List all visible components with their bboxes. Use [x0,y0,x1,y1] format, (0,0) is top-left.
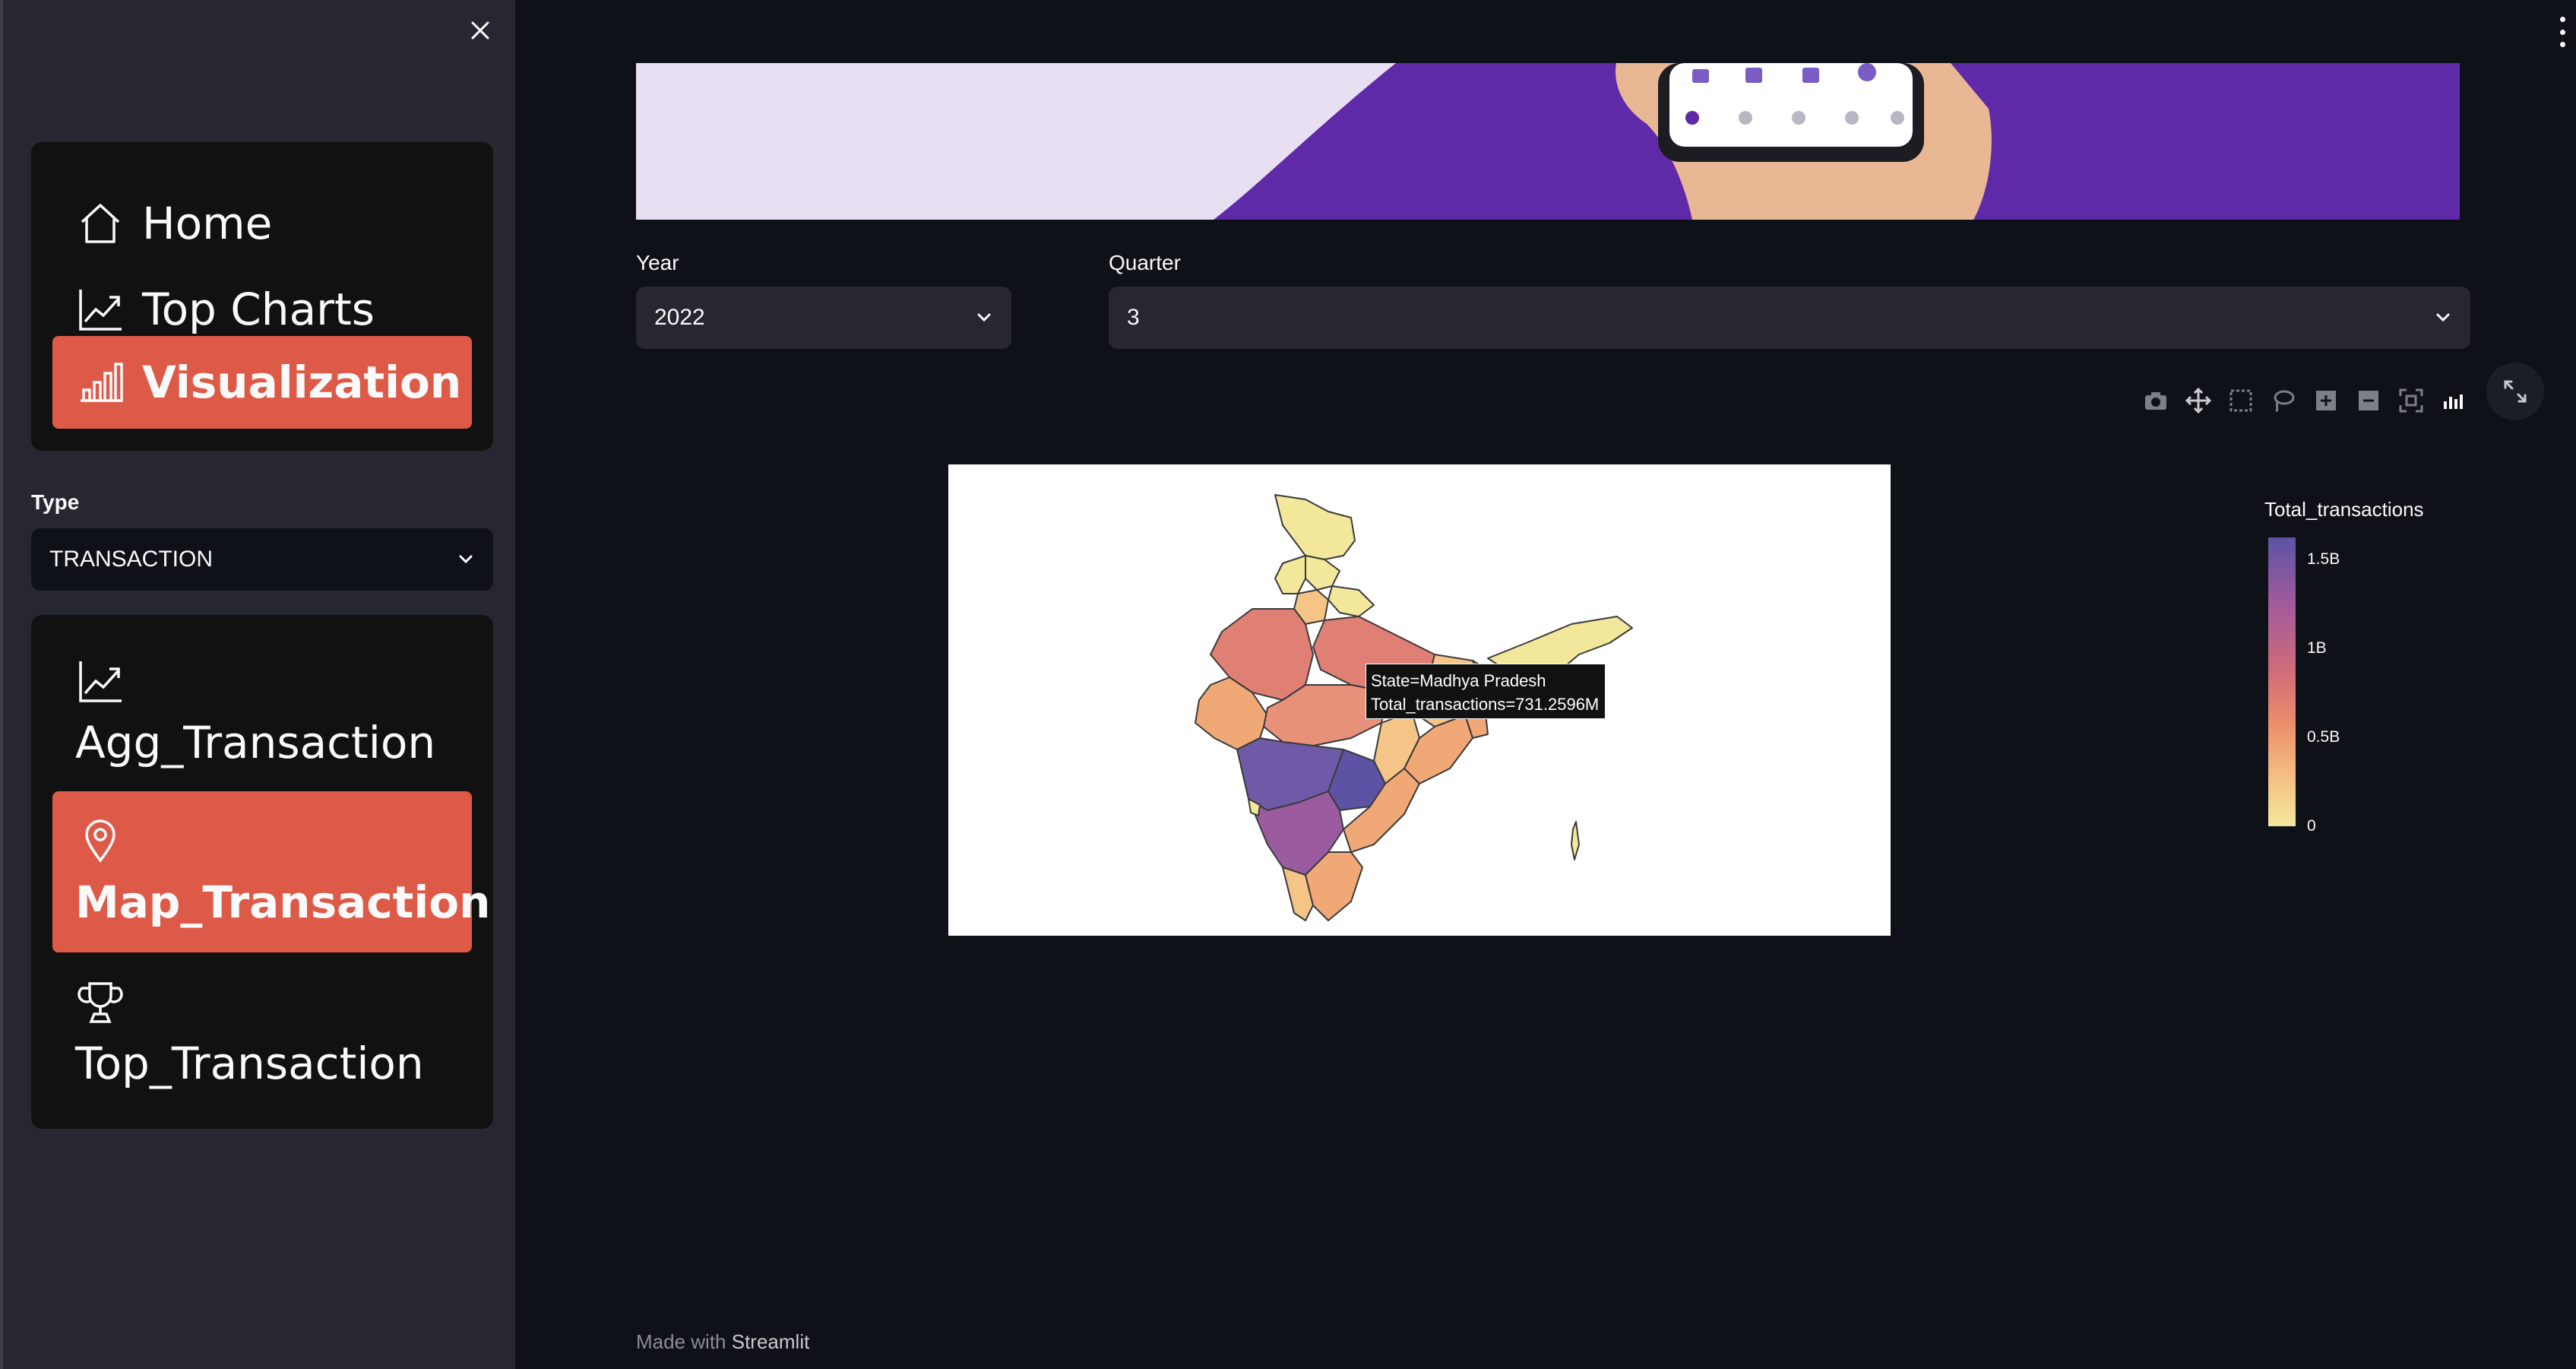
nav-item-label: Top Charts [142,284,375,335]
chevron-down-icon [459,555,473,564]
quarter-select-value: 3 [1127,305,1140,330]
year-label: Year [636,251,679,274]
map-pin-icon [75,816,125,866]
map-state-himachal-pradesh [1305,555,1340,591]
expand-icon [2504,380,2527,403]
footer: Made with Streamlit [636,1330,809,1354]
colorbar-tick: 1B [2307,639,2327,657]
trophy-icon [75,977,125,1027]
zoom-in-icon[interactable] [2312,386,2340,415]
camera-icon[interactable] [2141,386,2170,415]
sub-item-agg-transaction[interactable]: Agg_Transaction [52,636,472,788]
type-select-value: TRANSACTION [49,547,214,572]
chevron-down-icon [2436,313,2450,322]
sub-item-label: Map_Transaction [75,876,491,928]
chevron-down-icon [977,313,991,322]
nav-item-label: Home [142,198,273,249]
map-state-jammu-kashmir [1274,494,1356,560]
type-label: Type [31,490,80,514]
map-state-punjab [1274,555,1306,594]
house-icon [75,198,125,249]
plotly-logo-icon[interactable] [2439,386,2468,415]
main-nav-menu: Home Top Charts Visualization [31,142,493,451]
main-menu-button[interactable] [2556,17,2568,47]
graph-up-icon [75,284,125,334]
zoom-out-icon[interactable] [2354,386,2383,415]
map-hover-tooltip: State=Madhya Pradesh Total_transactions=… [1366,664,1606,719]
quarter-select[interactable]: 3 [1109,287,2470,349]
nav-item-label: Visualization [142,357,462,408]
quarter-label: Quarter [1109,251,1181,274]
colorbar-tick: 0 [2307,817,2316,835]
fullscreen-button[interactable] [2486,363,2544,420]
colorbar-title: Total_transactions [2264,498,2424,521]
map-state-uttarakhand [1328,585,1375,617]
close-icon [471,21,489,40]
bar-chart-icon [75,357,125,407]
colorbar [2268,537,2296,826]
close-sidebar-button[interactable] [465,15,495,46]
year-select[interactable]: 2022 [636,287,1011,349]
tooltip-value: Total_transactions=731.2596M [1371,695,1600,714]
colorbar-tick: 0.5B [2307,728,2340,746]
sub-nav-menu: Agg_Transaction Map_Transaction Top_Tran… [31,615,493,1129]
colorbar-tick: 1.5B [2307,550,2340,568]
sub-item-label: Top_Transaction [75,1038,424,1089]
nav-item-visualization[interactable]: Visualization [52,336,472,429]
sidebar: Home Top Charts Visualization Type TRANS… [0,0,515,1369]
year-select-value: 2022 [654,305,705,330]
box-select-icon[interactable] [2226,386,2255,415]
autoscale-icon[interactable] [2397,386,2426,415]
streamlit-link[interactable]: Streamlit [732,1330,810,1353]
type-select[interactable]: TRANSACTION [31,528,493,591]
phonepe-banner-image [636,63,2460,220]
sub-item-label: Agg_Transaction [75,717,436,768]
lasso-select-icon[interactable] [2269,386,2298,415]
sub-item-map-transaction[interactable]: Map_Transaction [52,791,490,952]
nav-item-home[interactable]: Home [52,182,472,265]
sub-item-top-transaction[interactable]: Top_Transaction [52,957,472,1109]
map-state-andaman-nicobar [1571,821,1580,860]
pan-icon[interactable] [2184,386,2213,415]
footer-prefix: Made with [636,1330,726,1353]
graph-up-icon [75,656,125,706]
plot-modebar [2141,384,2468,417]
tooltip-state: State=Madhya Pradesh [1371,671,1546,690]
